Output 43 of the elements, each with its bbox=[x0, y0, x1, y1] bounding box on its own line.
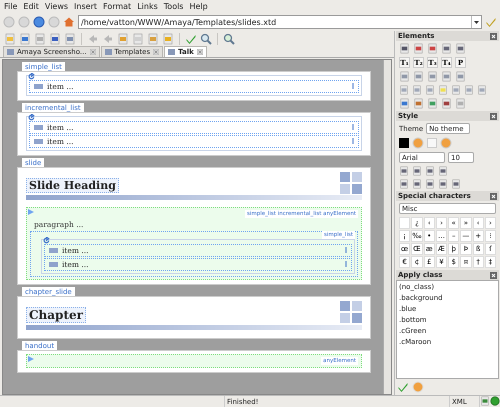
play-icon[interactable] bbox=[28, 209, 34, 215]
slide-heading: Slide Heading bbox=[26, 178, 119, 193]
bullet-icon bbox=[49, 262, 58, 267]
chapter-heading: Chapter bbox=[26, 307, 86, 323]
tag-marker-icon bbox=[351, 83, 355, 89]
squares-logo-drawing bbox=[340, 301, 362, 323]
document-icon bbox=[7, 49, 14, 55]
tag-marker-icon bbox=[351, 138, 355, 144]
address-field[interactable]: /home/vatton/WWW/Amaya/Templates/slides.xtd bbox=[78, 15, 482, 29]
undo-icon[interactable] bbox=[87, 33, 99, 45]
document-icon bbox=[104, 49, 112, 55]
tag-marker-icon bbox=[344, 261, 348, 267]
menu-item[interactable]: Views bbox=[44, 2, 68, 11]
repeat-icon[interactable] bbox=[28, 73, 35, 80]
bullet-icon bbox=[49, 248, 58, 253]
repeat-icon[interactable] bbox=[28, 114, 35, 121]
close-icon[interactable] bbox=[90, 49, 96, 55]
address-text: /home/vatton/WWW/Amaya/Templates/slides.xtd bbox=[80, 18, 278, 26]
close-icon[interactable] bbox=[153, 49, 160, 55]
menu-item[interactable]: Edit bbox=[23, 2, 39, 11]
background-color-icon[interactable] bbox=[427, 138, 437, 148]
squares-logo-drawing bbox=[340, 172, 362, 194]
bullet-icon bbox=[34, 84, 43, 89]
menu-item[interactable]: Links bbox=[137, 2, 158, 11]
menu-item[interactable]: Insert bbox=[74, 2, 97, 11]
close-icon[interactable] bbox=[196, 49, 203, 55]
tag-marker-icon bbox=[344, 247, 348, 253]
find-icon[interactable] bbox=[200, 33, 212, 45]
zoom-icon[interactable] bbox=[223, 33, 235, 45]
bullet-icon bbox=[34, 139, 43, 144]
home-icon[interactable] bbox=[63, 16, 75, 28]
menu-item[interactable]: File bbox=[4, 2, 18, 11]
text-color-icon[interactable] bbox=[399, 138, 409, 148]
menu-item[interactable]: Help bbox=[189, 2, 208, 11]
play-icon[interactable] bbox=[28, 356, 34, 362]
menu-item[interactable]: Tools bbox=[164, 2, 184, 11]
tag-marker-icon bbox=[351, 124, 355, 130]
apply-check-icon[interactable] bbox=[397, 381, 409, 393]
document-icon bbox=[168, 49, 176, 55]
repeat-icon[interactable] bbox=[43, 237, 50, 244]
bullet-icon bbox=[34, 125, 43, 130]
dropdown-icon[interactable] bbox=[474, 20, 479, 24]
menu-item[interactable]: Format bbox=[103, 2, 132, 11]
